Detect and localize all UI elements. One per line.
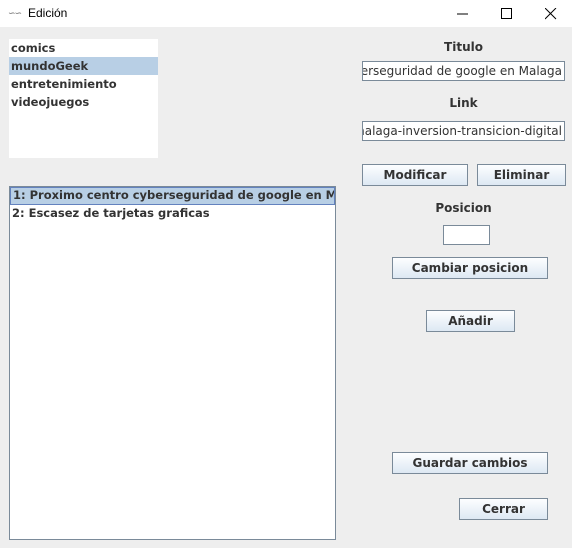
guardar-cambios-button[interactable]: Guardar cambios — [392, 452, 548, 474]
cerrar-button[interactable]: Cerrar — [459, 498, 548, 520]
category-list[interactable]: comics mundoGeek entretenimiento videoju… — [9, 39, 158, 158]
maximize-button[interactable] — [484, 0, 530, 27]
eliminar-button[interactable]: Eliminar — [477, 164, 566, 186]
window-title: Edición — [28, 6, 68, 20]
titulo-field-value: yberseguridad de google en Malaga — [362, 64, 562, 78]
java-cup-icon: ∽∽ — [8, 9, 22, 19]
link-field-value: a-malaga-inversion-transicion-digital — [362, 124, 562, 138]
titulo-label: Titulo — [444, 40, 483, 54]
article-item[interactable]: 1: Proximo centro cyberseguridad de goog… — [10, 187, 335, 205]
minimize-icon — [457, 13, 468, 14]
close-button[interactable] — [528, 0, 572, 27]
cambiar-posicion-button[interactable]: Cambiar posicion — [392, 257, 548, 279]
category-item-videojuegos[interactable]: videojuegos — [9, 93, 158, 111]
link-label: Link — [449, 96, 478, 110]
title-bar: ∽∽ Edición — [0, 0, 572, 27]
maximize-icon — [501, 7, 512, 19]
category-item-mundogeek[interactable]: mundoGeek — [9, 57, 158, 75]
minimize-button[interactable] — [440, 0, 486, 27]
article-list[interactable]: 1: Proximo centro cyberseguridad de goog… — [9, 186, 336, 540]
close-icon — [545, 7, 557, 19]
posicion-field[interactable] — [443, 225, 490, 245]
category-item-entretenimiento[interactable]: entretenimiento — [9, 75, 158, 93]
titulo-field[interactable]: yberseguridad de google en Malaga — [362, 61, 565, 81]
modificar-button[interactable]: Modificar — [362, 164, 468, 186]
posicion-label: Posicion — [435, 201, 492, 215]
link-field[interactable]: a-malaga-inversion-transicion-digital — [362, 121, 565, 141]
category-item-comics[interactable]: comics — [9, 39, 158, 57]
anadir-button[interactable]: Añadir — [426, 310, 515, 332]
article-item[interactable]: 2: Escasez de tarjetas graficas — [10, 205, 335, 223]
